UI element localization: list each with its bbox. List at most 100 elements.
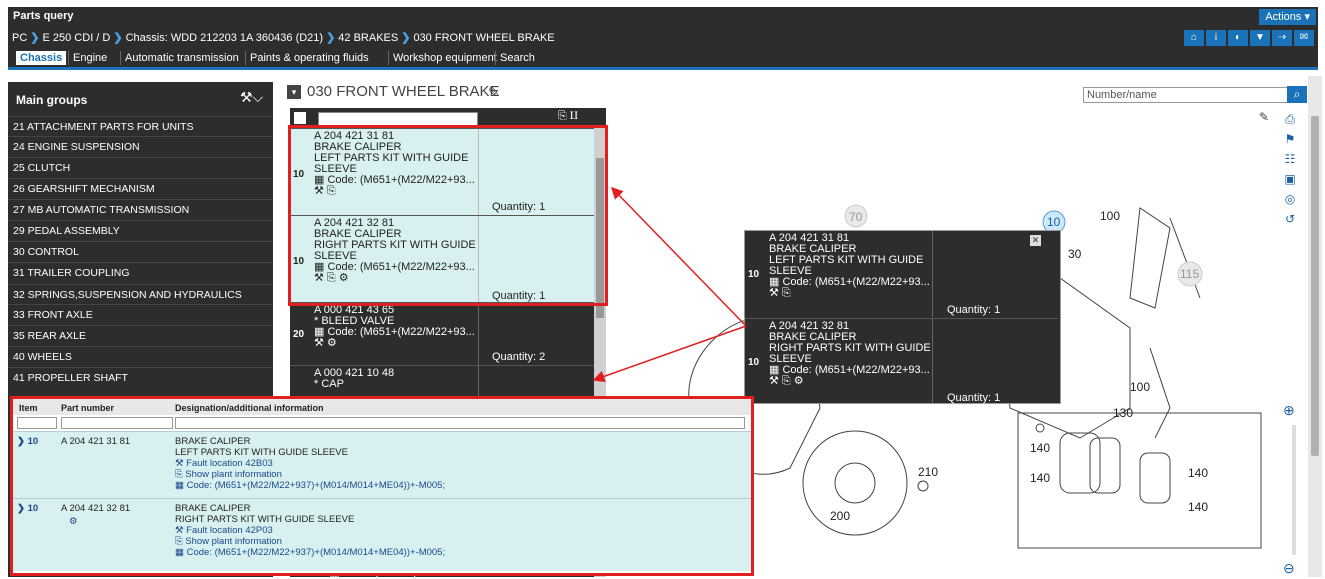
detail-designation: BRAKE CALIPER RIGHT PARTS KIT WITH GUIDE… bbox=[175, 503, 446, 558]
edit-icon[interactable]: ✎ bbox=[488, 84, 500, 101]
main-group-item[interactable]: 25 CLUTCH bbox=[8, 157, 273, 177]
brake-pad-shape bbox=[1089, 437, 1121, 494]
gears-icon[interactable]: ⚙ bbox=[69, 516, 78, 527]
detail-designation: BRAKE CALIPER LEFT PARTS KIT WITH GUIDE … bbox=[175, 436, 446, 491]
main-group-item[interactable]: 31 TRAILER COUPLING bbox=[8, 262, 273, 282]
tab-paints-operating-fluids[interactable]: Paints & operating fluids bbox=[245, 51, 373, 65]
diagram-label: 140 bbox=[1030, 441, 1050, 455]
main-group-item[interactable]: 27 MB AUTOMATIC TRANSMISSION bbox=[8, 199, 273, 219]
export-icon[interactable]: ⇢ bbox=[1272, 30, 1292, 46]
brake-disc-shape bbox=[802, 430, 908, 536]
tab-engine[interactable]: Engine bbox=[68, 51, 111, 65]
part-number-filter-input[interactable] bbox=[61, 417, 173, 429]
zoom-out-icon[interactable]: ⊖ bbox=[1283, 560, 1295, 577]
main-group-item[interactable]: 32 SPRINGS,SUSPENSION AND HYDRAULICS bbox=[8, 284, 273, 304]
cart-icon[interactable]: ⎘ ⨿ bbox=[558, 110, 578, 123]
popup-icons[interactable]: ⚒ ⎘ bbox=[769, 288, 930, 299]
main-group-item[interactable]: 33 FRONT AXLE bbox=[8, 304, 273, 324]
toolbar-icons: ⌂ i ◐ ▼ ⇢ ✉ bbox=[1184, 30, 1314, 46]
close-icon[interactable]: ✕ bbox=[1030, 235, 1041, 246]
diagram-label: 100 bbox=[1130, 380, 1150, 394]
detail-item[interactable]: ❯ 10 bbox=[17, 436, 38, 447]
print-icon[interactable]: ⎙ bbox=[1280, 112, 1300, 128]
zoom-in-icon[interactable]: ⊕ bbox=[1283, 402, 1295, 419]
search-icon[interactable]: ⌕ bbox=[1287, 86, 1307, 103]
group-heading: 030 FRONT WHEEL BRAKE bbox=[307, 83, 500, 100]
person-icon[interactable]: ⌂ bbox=[1184, 30, 1204, 46]
main-group-item[interactable]: 24 ENGINE SUSPENSION bbox=[8, 136, 273, 156]
part-icons[interactable]: ⚒ ⚙ bbox=[314, 338, 475, 349]
detail-item[interactable]: ❯ 10 bbox=[17, 503, 38, 514]
detail-row[interactable]: ❯ 10 A 204 421 32 81 ⚙ BRAKE CALIPER RIG… bbox=[13, 498, 751, 571]
diagram-label: 100 bbox=[1100, 209, 1120, 223]
part-description: A 000 421 43 65 * BLEED VALVE ▦ Code: (M65… bbox=[314, 304, 475, 349]
popup-item-number: 10 bbox=[748, 269, 760, 280]
breadcrumb-pc[interactable]: PC bbox=[12, 32, 27, 44]
search-input[interactable]: Number/name bbox=[1083, 87, 1288, 103]
fault-location-link[interactable]: ⚒ Fault location 42P03 bbox=[175, 525, 445, 536]
breadcrumb-bar: PC ❯ E 250 CDI / D ❯ Chassis: WDD 212203 1A … bbox=[8, 27, 1318, 49]
breadcrumb-subgroup: 030 FRONT WHEEL BRAKE bbox=[413, 32, 555, 44]
zoom-slider[interactable] bbox=[1292, 425, 1296, 555]
breadcrumb-model[interactable]: E 250 CDI / D bbox=[43, 32, 111, 44]
app-title: Parts query bbox=[13, 10, 74, 22]
actions-menu-button[interactable]: Actions ▾ bbox=[1259, 9, 1316, 25]
comment-icon[interactable]: ☷ bbox=[1280, 152, 1300, 168]
filter-icon[interactable]: ▼ bbox=[1250, 30, 1270, 46]
spring-wire-shape bbox=[1149, 347, 1171, 439]
popup-row[interactable]: 10 A 204 421 32 81 BRAKE CALIPER RIGHT PAR… bbox=[745, 318, 1058, 404]
detail-row[interactable]: ❯ 10 A 204 421 31 81 BRAKE CALIPER LEFT … bbox=[13, 431, 751, 498]
tab-workshop-equipment[interactable]: Workshop equipment bbox=[388, 51, 501, 65]
main-group-item[interactable]: 29 PEDAL ASSEMBLY bbox=[8, 220, 273, 240]
plant-info-link[interactable]: ⎘ Show plant information bbox=[175, 469, 445, 480]
info-icon[interactable]: i bbox=[1206, 30, 1226, 46]
tab-automatic-transmission[interactable]: Automatic transmission bbox=[120, 51, 243, 65]
tab-chassis[interactable]: Chassis bbox=[16, 51, 67, 65]
pad-pin-shape bbox=[1035, 423, 1045, 433]
code-link[interactable]: ▦ Code: (M651+(M22/M22+937)+(M014/M014+M… bbox=[175, 547, 445, 558]
tab-underline bbox=[8, 67, 1318, 70]
main-group-item[interactable]: 35 REAR AXLE bbox=[8, 325, 273, 345]
collapse-button[interactable]: ▾ bbox=[287, 85, 301, 99]
designation-filter-input[interactable] bbox=[175, 417, 745, 429]
breadcrumb-chassis[interactable]: Chassis: WDD 212203 1A 360436 (D21) bbox=[126, 32, 324, 44]
diagram-label: 140 bbox=[1188, 500, 1208, 514]
popup-row[interactable]: 10 A 204 421 31 81 BRAKE CALIPER LEFT PART… bbox=[745, 231, 1058, 317]
edit-diagram-icon[interactable]: ✎ bbox=[1259, 110, 1269, 124]
target-icon[interactable]: ◎ bbox=[1280, 192, 1300, 208]
list-filter-input[interactable] bbox=[318, 112, 478, 126]
main-group-item[interactable]: 26 GEARSHIFT MECHANISM bbox=[8, 178, 273, 198]
detail-part-number: A 204 421 31 81 bbox=[61, 436, 131, 447]
code-link[interactable]: ▦ Code: (M651+(M22/M22+937)+(M014/M014+M… bbox=[175, 480, 445, 491]
item-filter-input[interactable] bbox=[17, 417, 57, 429]
bleed-valve-shape bbox=[917, 480, 929, 492]
guide-pin-shape bbox=[1169, 217, 1201, 299]
brake-pad-shape bbox=[1059, 432, 1101, 494]
page-scroll-thumb[interactable] bbox=[1311, 116, 1319, 456]
tab-search[interactable]: Search bbox=[495, 51, 539, 65]
select-all-checkbox[interactable] bbox=[294, 112, 306, 124]
breadcrumb-group[interactable]: 42 BRAKES bbox=[338, 32, 398, 44]
column-header-designation[interactable]: Designation/additional information bbox=[175, 403, 324, 413]
undo-icon[interactable]: ↺ bbox=[1280, 212, 1300, 228]
column-header-item[interactable]: Item bbox=[19, 403, 38, 413]
detail-table: Item Part number Designation/additional … bbox=[10, 396, 754, 576]
main-group-item[interactable]: 21 ATTACHMENT PARTS FOR UNITS bbox=[8, 116, 273, 136]
save-icon[interactable]: ▣ bbox=[1280, 172, 1300, 188]
main-group-item[interactable]: 30 CONTROL bbox=[8, 241, 273, 261]
fault-location-link[interactable]: ⚒ Fault location 42B03 bbox=[175, 458, 445, 469]
flag-icon[interactable]: ⚑ bbox=[1280, 132, 1300, 148]
column-header-part-number[interactable]: Part number bbox=[61, 403, 114, 413]
mail-icon[interactable]: ✉ bbox=[1294, 30, 1314, 46]
part-item-number: 20 bbox=[293, 329, 305, 340]
page-scrollbar[interactable] bbox=[1308, 76, 1322, 577]
plant-info-link[interactable]: ⎘ Show plant information bbox=[175, 536, 445, 547]
diagram-label: 140 bbox=[1030, 471, 1050, 485]
toggle-icon[interactable]: ◐ bbox=[1228, 30, 1248, 46]
part-row[interactable]: 20 A 000 421 43 65 * BLEED VALVE ▦ Code: (… bbox=[290, 302, 594, 365]
main-group-item[interactable]: 40 WHEELS bbox=[8, 346, 273, 366]
wrench-icon[interactable]: ⚒⌵ bbox=[240, 89, 263, 107]
main-group-item[interactable]: 41 PROPELLER SHAFT bbox=[8, 367, 273, 387]
part-row[interactable]: A 000 421 10 48 * CAP bbox=[290, 365, 594, 396]
popup-icons[interactable]: ⚒ ⎘ ⚙ bbox=[769, 376, 931, 387]
